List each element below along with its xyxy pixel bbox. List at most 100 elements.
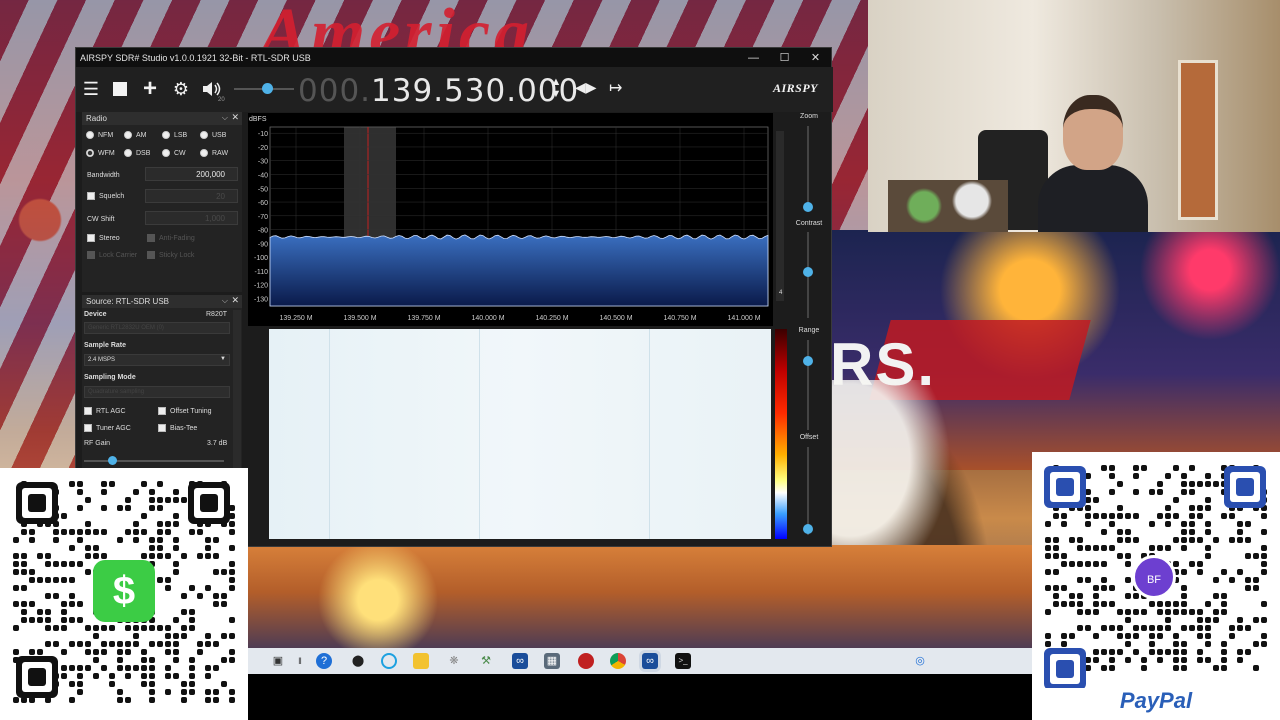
bandwidth-field[interactable]: 200,000 <box>145 167 238 181</box>
spectrum-analyzer[interactable]: dBFS -10 -20 -30 -40 -50 -60 -70 -80 -90 -100 -110… <box>248 113 773 326</box>
help-icon[interactable]: ? <box>316 653 332 669</box>
qr-module <box>1109 521 1115 527</box>
speaker-icon[interactable] <box>201 79 221 99</box>
rf-gain-slider[interactable] <box>84 460 224 462</box>
pin-icon[interactable]: ⌵ <box>222 113 228 123</box>
bias-tee-checkbox[interactable]: Bias-Tee <box>158 424 197 432</box>
squelch-checkbox-box[interactable] <box>87 192 95 200</box>
qr-module <box>149 641 155 647</box>
radio-dot-raw[interactable] <box>200 149 208 157</box>
stereo-checkbox-box[interactable] <box>87 234 95 242</box>
waterfall-display[interactable] <box>269 329 771 539</box>
chrome-icon[interactable] <box>610 653 626 669</box>
pin-icon[interactable]: ⌵ <box>222 296 228 306</box>
cw-shift-field[interactable]: 1,000 <box>145 211 238 225</box>
rtl-agc-checkbox-box[interactable] <box>84 407 92 415</box>
qr-module <box>1213 481 1219 487</box>
bias-tee-checkbox-box[interactable] <box>158 424 166 432</box>
tool-icon[interactable]: ⚒ <box>478 653 494 669</box>
sdr-active-icon[interactable]: ∞ <box>642 653 658 669</box>
menu-icon[interactable]: ☰ <box>81 79 101 99</box>
qr-module <box>1069 561 1075 567</box>
qr-module <box>109 641 115 647</box>
qr-module <box>61 561 67 567</box>
zoom-slider[interactable] <box>807 126 809 210</box>
satellite-icon[interactable]: ❋ <box>446 653 462 669</box>
qr-module <box>13 697 19 703</box>
calculator-icon[interactable]: ▦ <box>544 653 560 669</box>
maximize-button[interactable]: ☐ <box>769 51 800 64</box>
sdr-app-icon[interactable]: ∞ <box>512 653 528 669</box>
terminal-icon[interactable]: >_ <box>675 653 691 669</box>
span-icon[interactable]: ↦ <box>609 78 622 98</box>
mode-cw[interactable]: CW <box>162 149 186 157</box>
radio-dot-cw[interactable] <box>162 149 170 157</box>
range-slider-knob[interactable] <box>803 356 813 366</box>
mode-dsb[interactable]: DSB <box>124 149 150 157</box>
window-titlebar[interactable]: AIRSPY SDR# Studio v1.0.0.1921 32-Bit - … <box>76 48 831 67</box>
add-icon[interactable]: + <box>140 77 160 101</box>
offset-slider-knob[interactable] <box>803 524 813 534</box>
radio-dot-nfm[interactable] <box>86 131 94 139</box>
tune-up-down-icon[interactable]: ▲ ▼ <box>547 76 565 102</box>
squelch-field[interactable]: 20 <box>145 189 238 203</box>
sampling-mode-select[interactable]: Quadrature sampling <box>84 386 230 398</box>
spectrum-scrollbar[interactable] <box>776 131 784 301</box>
close-button[interactable]: ✕ <box>800 51 831 64</box>
zoom-slider-knob[interactable] <box>803 202 813 212</box>
tuner-agc-checkbox[interactable]: Tuner AGC <box>84 424 131 432</box>
gear-icon[interactable]: ⚙ <box>171 79 191 99</box>
radio-dot-am[interactable] <box>124 131 132 139</box>
panel-close-icon[interactable]: ✕ <box>231 295 239 306</box>
stop-icon[interactable] <box>110 79 130 99</box>
sticky-lock-checkbox-box[interactable] <box>147 251 155 259</box>
record-icon[interactable] <box>578 653 594 669</box>
volume-slider-knob[interactable] <box>262 83 273 94</box>
squelch-label: Squelch <box>99 192 125 200</box>
volume-slider[interactable] <box>234 83 294 94</box>
contrast-slider-knob[interactable] <box>803 267 813 277</box>
edge-icon[interactable] <box>381 653 397 669</box>
radio-dot-wfm[interactable] <box>86 149 94 157</box>
lock-carrier-checkbox-box[interactable] <box>87 251 95 259</box>
range-slider[interactable] <box>807 340 809 430</box>
task-view-icon[interactable]: ▣ <box>270 653 286 669</box>
radio-dot-lsb[interactable] <box>162 131 170 139</box>
radio-dot-usb[interactable] <box>200 131 208 139</box>
qr-module <box>101 665 107 671</box>
mode-wfm[interactable]: WFM <box>86 149 115 157</box>
anti-fading-checkbox[interactable]: Anti-Fading <box>147 234 195 242</box>
panel-close-icon[interactable]: ✕ <box>231 112 239 123</box>
radio-dot-dsb[interactable] <box>124 149 132 157</box>
sticky-lock-checkbox[interactable]: Sticky Lock <box>147 251 194 259</box>
mode-usb[interactable]: USB <box>200 131 226 139</box>
folder-icon[interactable] <box>413 653 429 669</box>
network-icon[interactable]: ◎ <box>912 653 928 669</box>
rtl-agc-checkbox[interactable]: RTL AGC <box>84 407 126 415</box>
rf-gain-slider-knob[interactable] <box>108 456 117 465</box>
mode-lsb[interactable]: LSB <box>162 131 187 139</box>
mode-raw[interactable]: RAW <box>200 149 228 157</box>
minimize-button[interactable]: — <box>738 52 769 64</box>
qr-module <box>1213 665 1219 671</box>
lock-carrier-checkbox[interactable]: Lock Carrier <box>87 251 137 259</box>
mode-nfm[interactable]: NFM <box>86 131 113 139</box>
tune-left-right-icon[interactable]: ◀▶ <box>575 79 597 96</box>
qr-module <box>1197 569 1203 575</box>
source-panel-scrollbar[interactable] <box>233 310 241 468</box>
sample-rate-select[interactable]: 2.4 MSPS ▼ <box>84 354 230 366</box>
tuner-agc-checkbox-box[interactable] <box>84 424 92 432</box>
anti-fading-checkbox-box[interactable] <box>147 234 155 242</box>
qr-module <box>1117 625 1123 631</box>
offset-tuning-checkbox[interactable]: Offset Tuning <box>158 407 212 415</box>
stereo-checkbox[interactable]: Stereo <box>87 234 120 242</box>
qr-module <box>1085 513 1091 519</box>
qr-module <box>1189 561 1195 567</box>
offset-tuning-checkbox-box[interactable] <box>158 407 166 415</box>
device-select[interactable]: Generic RTL2832U OEM (0) <box>84 322 230 334</box>
mode-am[interactable]: AM <box>124 131 147 139</box>
obs-icon[interactable]: ⬤ <box>350 653 366 669</box>
frequency-display[interactable]: 000.139.530.000 <box>298 73 579 109</box>
squelch-checkbox[interactable]: Squelch <box>87 192 124 200</box>
offset-slider[interactable] <box>807 447 809 535</box>
